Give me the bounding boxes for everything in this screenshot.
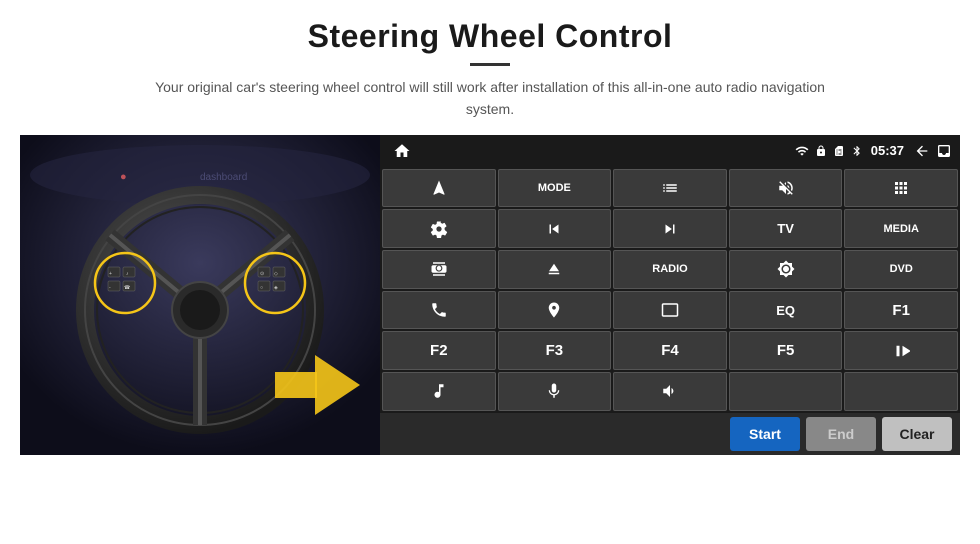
lock-icon <box>815 144 827 158</box>
ctrl-btn-btn-dvd[interactable]: DVD <box>844 250 958 289</box>
ctrl-btn-btn-phone[interactable] <box>382 291 496 330</box>
ctrl-btn-btn-f3[interactable]: F3 <box>498 331 612 370</box>
ctrl-btn-btn-eq[interactable]: EQ <box>729 291 843 330</box>
svg-text:+: + <box>109 271 112 277</box>
ctrl-btn-btn-screen[interactable] <box>613 291 727 330</box>
ctrl-btn-btn-radio[interactable]: RADIO <box>613 250 727 289</box>
ctrl-btn-btn-360[interactable] <box>382 250 496 289</box>
wifi-icon <box>795 144 809 158</box>
ctrl-btn-btn-eject[interactable] <box>498 250 612 289</box>
clear-button[interactable]: Clear <box>882 417 952 451</box>
ctrl-btn-btn-tv[interactable]: TV <box>729 209 843 248</box>
ctrl-btn-btn-f1[interactable]: F1 <box>844 291 958 330</box>
svg-text:◇: ◇ <box>274 271 278 277</box>
bluetooth-icon <box>851 144 863 158</box>
ctrl-btn-btn-nav[interactable] <box>382 169 496 208</box>
ctrl-btn-btn-next[interactable] <box>613 209 727 248</box>
title-section: Steering Wheel Control Your original car… <box>20 18 960 135</box>
home-icon[interactable] <box>388 137 416 165</box>
ctrl-btn-btn-f4[interactable]: F4 <box>613 331 727 370</box>
ctrl-btn-btn-mic[interactable] <box>498 372 612 411</box>
svg-text:◈: ◈ <box>274 285 278 291</box>
back-icon[interactable] <box>914 143 930 159</box>
ctrl-btn-btn-mode[interactable]: MODE <box>498 169 612 208</box>
subtitle: Your original car's steering wheel contr… <box>140 76 840 121</box>
buttons-grid: MODE TVMEDIA RADIO DVDEQF1 F2F3F4F5 <box>380 167 960 413</box>
ctrl-btn-btn-mute[interactable] <box>729 169 843 208</box>
title-divider <box>470 63 510 66</box>
sim-icon <box>833 144 845 158</box>
status-right: 05:37 <box>795 143 952 159</box>
ctrl-btn-btn-media[interactable]: MEDIA <box>844 209 958 248</box>
ctrl-btn-btn-apps[interactable] <box>844 169 958 208</box>
status-time: 05:37 <box>871 143 904 158</box>
content-row: ● dashboard + <box>20 135 960 455</box>
ctrl-btn-btn-empty2[interactable] <box>844 372 958 411</box>
ctrl-btn-btn-f2[interactable]: F2 <box>382 331 496 370</box>
ctrl-btn-btn-list[interactable] <box>613 169 727 208</box>
svg-text:●: ● <box>120 171 127 183</box>
start-button[interactable]: Start <box>730 417 800 451</box>
control-panel: 05:37 MODE TVMEDIA RADIO DVDEQF1 F2F3F4F5 St… <box>380 135 960 455</box>
ctrl-btn-btn-music[interactable] <box>382 372 496 411</box>
end-button[interactable]: End <box>806 417 876 451</box>
steering-wheel-image: ● dashboard + <box>20 135 380 455</box>
ctrl-btn-btn-settings[interactable] <box>382 209 496 248</box>
ctrl-btn-btn-playpause[interactable] <box>844 331 958 370</box>
ctrl-btn-btn-empty1[interactable] <box>729 372 843 411</box>
ctrl-btn-btn-gps[interactable] <box>498 291 612 330</box>
svg-text:dashboard: dashboard <box>200 172 247 183</box>
svg-text:○: ○ <box>260 285 263 291</box>
svg-text:☎: ☎ <box>124 285 130 291</box>
ctrl-btn-btn-f5[interactable]: F5 <box>729 331 843 370</box>
svg-text:⊙: ⊙ <box>260 271 264 277</box>
ctrl-btn-btn-prev[interactable] <box>498 209 612 248</box>
page-title: Steering Wheel Control <box>20 18 960 55</box>
status-bar: 05:37 <box>380 135 960 167</box>
action-bar: Start End Clear <box>380 413 960 455</box>
page-container: Steering Wheel Control Your original car… <box>0 0 980 544</box>
recent-apps-icon[interactable] <box>936 143 952 159</box>
ctrl-btn-btn-brightness[interactable] <box>729 250 843 289</box>
ctrl-btn-btn-vol-call[interactable] <box>613 372 727 411</box>
status-left <box>388 137 416 165</box>
